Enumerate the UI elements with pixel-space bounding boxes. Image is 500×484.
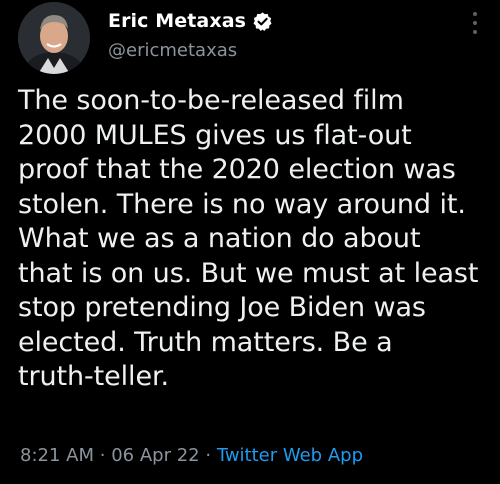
author-handle[interactable]: @ericmetaxas — [108, 40, 237, 61]
author-display-name[interactable]: Eric Metaxas — [108, 10, 246, 32]
tweet-time[interactable]: 8:21 AM — [20, 445, 94, 466]
avatar[interactable] — [18, 2, 90, 74]
tweet-source[interactable]: Twitter Web App — [217, 445, 363, 466]
author-name-row[interactable]: Eric Metaxas — [108, 6, 273, 36]
tweet-meta: 8:21 AM · 06 Apr 22 · Twitter Web App — [20, 445, 363, 466]
verified-badge-icon — [252, 11, 273, 32]
tweet-text: The soon-to-be-released film 2000 MULES … — [18, 85, 479, 392]
tweet-date[interactable]: 06 Apr 22 — [111, 445, 199, 466]
meta-separator: · — [205, 445, 212, 466]
meta-separator: · — [99, 445, 106, 466]
tweet-card: Eric Metaxas @ericmetaxas The soon-to-be… — [0, 0, 500, 484]
more-vertical-icon[interactable] — [470, 10, 480, 36]
